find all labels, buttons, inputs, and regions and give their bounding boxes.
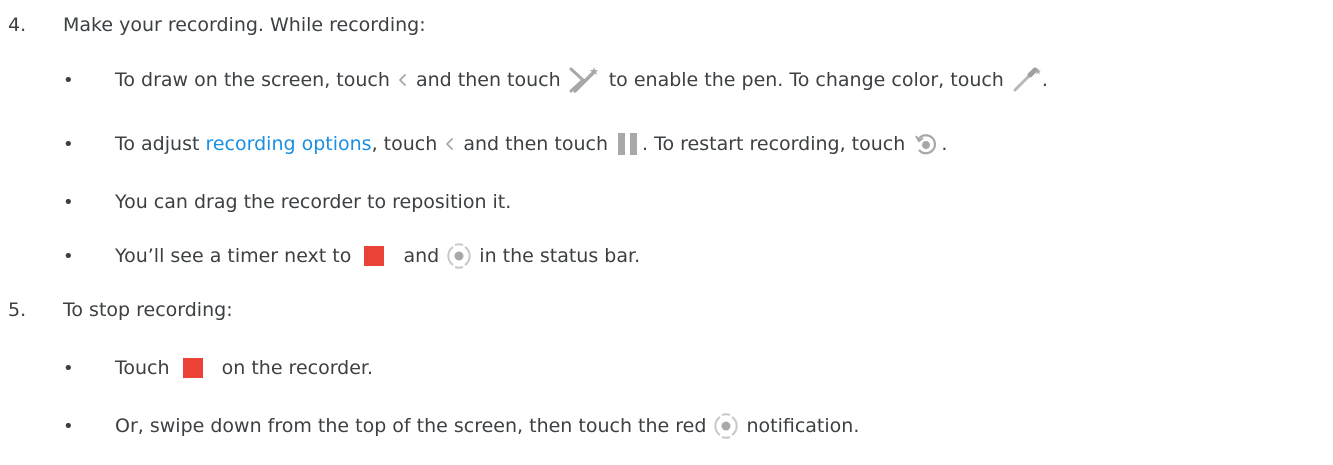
chevron-left-icon	[396, 72, 410, 88]
step-number: 5.	[8, 299, 27, 321]
pause-icon	[614, 130, 642, 158]
pen-icon	[567, 65, 603, 95]
step-text: To stop recording:	[63, 299, 233, 321]
chevron-left-icon	[443, 136, 457, 152]
bullet-marker: •	[63, 415, 74, 437]
stop-icon	[363, 245, 385, 267]
bullet-marker: •	[63, 245, 74, 267]
bullet-marker: •	[63, 357, 74, 379]
step-4: 4. Make your recording. While recording:	[0, 3, 1333, 47]
list-item: • You’ll see a timer next to and in the …	[0, 234, 1333, 278]
bullet-marker: •	[63, 191, 74, 213]
screen-record-icon	[712, 412, 740, 440]
stop-icon	[182, 357, 204, 379]
list-item: • To adjust recording options , touch an…	[0, 122, 1333, 166]
list-item: • Touch on the recorder.	[63, 357, 374, 379]
restart-icon	[911, 130, 941, 158]
eyedropper-icon	[1010, 66, 1042, 94]
step-text: Make your recording. While recording:	[63, 14, 426, 36]
bullet-marker: •	[63, 133, 74, 155]
list-item: • Or, swipe down from the top of the scr…	[0, 404, 1333, 448]
list-item: • To draw on the screen, touch and then …	[0, 58, 1333, 102]
step-number: 4.	[8, 14, 27, 36]
list-item: • You can drag the recorder to repositio…	[63, 191, 512, 213]
screen-record-icon	[445, 242, 473, 270]
step-5: 5. To stop recording:	[0, 288, 1333, 332]
recording-options-link[interactable]: recording options	[205, 133, 371, 155]
bullet-marker: •	[63, 69, 74, 91]
